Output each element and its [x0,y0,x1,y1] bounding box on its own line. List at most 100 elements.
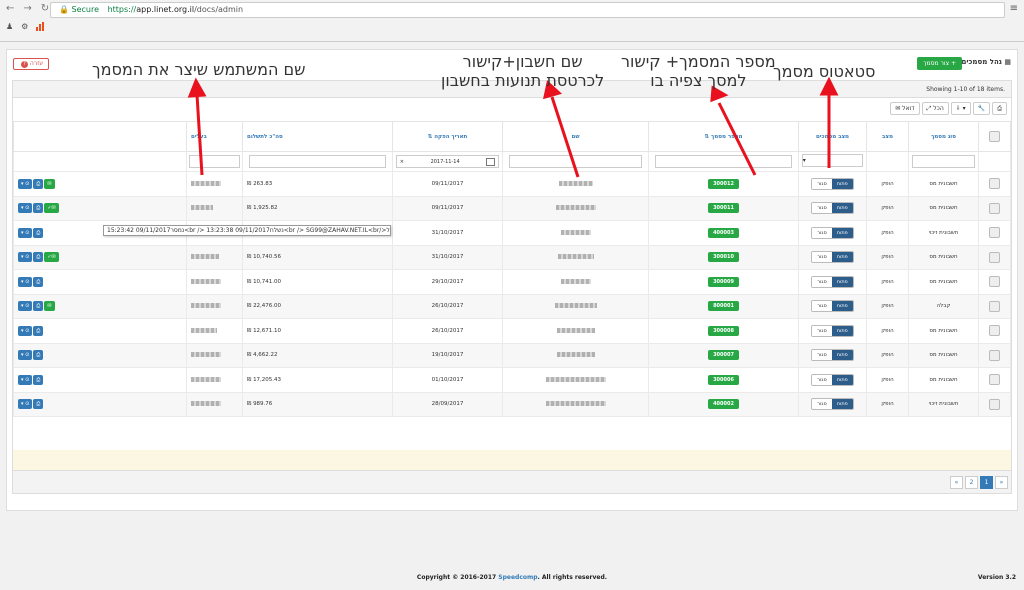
account-name-link[interactable] [557,254,594,260]
help-button[interactable]: ? עזרה [13,58,50,70]
status-open-button[interactable]: פתוח [831,301,853,312]
more-options-button[interactable]: ⊙ ▾ [18,252,33,263]
account-name-link[interactable] [560,229,591,235]
filter-status-select[interactable]: ▾ [801,154,864,167]
email-button[interactable]: ✉ דואל [890,102,920,115]
select-all-checkbox[interactable] [989,131,1000,142]
status-closed-button[interactable]: סגור [812,227,832,238]
row-checkbox[interactable] [989,276,1000,288]
add-document-button[interactable]: צור מסמך + [917,57,962,70]
page-2[interactable]: 2 [965,476,978,489]
brand-link[interactable]: Speedcomp [498,574,537,581]
row-checkbox[interactable] [989,178,1000,190]
calendar-icon[interactable] [486,157,496,166]
row-checkbox[interactable] [989,300,1000,312]
status-toggle[interactable]: פתוח סגור [811,226,854,239]
row-checkbox[interactable] [989,325,1000,337]
print-button[interactable]: ⎙ [33,350,44,361]
col-doc-type[interactable]: סוג מסמך [908,121,979,152]
status-closed-button[interactable]: סגור [812,325,832,336]
table-row[interactable]: קבלה הופק פתוח סגור 800001 26/10/2017 22… [13,293,1011,319]
doc-number-link[interactable]: 300006 [708,374,739,385]
doc-number-link[interactable]: 400002 [708,399,739,410]
doc-number-link[interactable]: 800001 [708,301,739,312]
filter-doc-number[interactable] [654,155,793,168]
more-options-button[interactable]: ⊙ ▾ [18,350,33,361]
row-checkbox[interactable] [989,349,1000,361]
more-options-button[interactable]: ⊙ ▾ [18,399,33,410]
print-button[interactable]: ⎙ [33,276,44,287]
row-checkbox[interactable] [989,374,1000,386]
address-bar[interactable]: 🔒 Secure https://app.linet.org.il/docs/a… [50,2,1005,18]
status-closed-button[interactable]: סגור [812,276,832,287]
more-options-button[interactable]: ⊙ ▾ [18,374,33,385]
more-options-button[interactable]: ⊙ ▾ [18,276,33,287]
filter-total[interactable] [248,155,387,168]
table-row[interactable]: חשבונית מס הופק פתוח סגור 300009 29/10/2… [13,269,1011,295]
doc-number-link[interactable]: 300009 [708,276,739,287]
doc-number-link[interactable]: 300007 [708,350,739,361]
wrench-icon[interactable]: 🔧 [972,102,991,115]
print-button[interactable]: ⎙ [33,252,44,263]
account-name-link[interactable] [558,180,593,186]
expand-all-button[interactable]: ⤢ הכל [921,102,949,115]
status-closed-button[interactable]: סגור [812,252,832,263]
print-button[interactable]: ⎙ [33,178,44,189]
page-1[interactable]: 1 [980,476,993,489]
back-icon[interactable]: ← [6,3,14,14]
print-button[interactable]: ⎙ [33,227,44,238]
status-open-button[interactable]: פתוח [831,374,853,385]
status-closed-button[interactable]: סגור [812,350,832,361]
col-doc-number[interactable]: מספר מסמך ⇅ [648,121,799,152]
account-name-link[interactable] [545,376,606,382]
row-checkbox[interactable] [989,227,1000,239]
status-open-button[interactable]: פתוח [831,227,853,238]
doc-number-link[interactable]: 300008 [708,325,739,336]
col-name[interactable]: שם [502,121,649,152]
export-button[interactable]: ⇩ ▾ [950,102,971,115]
more-options-button[interactable]: ⊙ ▾ [18,325,33,336]
row-checkbox[interactable] [989,202,1000,214]
status-closed-button[interactable]: סגור [812,399,832,410]
status-open-button[interactable]: פתוח [831,276,853,287]
user-icon[interactable]: ♟ [6,22,13,31]
settings-icon[interactable]: ⚙ [21,22,28,31]
more-options-button[interactable]: ⊙ ▾ [18,203,33,214]
print-button[interactable]: ⎙ [33,325,44,336]
status-closed-button[interactable]: סגור [812,178,832,189]
doc-number-link[interactable]: 300012 [708,178,739,189]
col-status[interactable]: מצב מסמכים [798,121,867,152]
status-closed-button[interactable]: סגור [812,203,832,214]
filter-date[interactable]: 2017-11-14 × [395,155,500,168]
col-owner[interactable]: בעלים [186,121,243,152]
status-closed-button[interactable]: סגור [812,374,832,385]
table-row[interactable]: חשבונית מס הופק פתוח סגור 300010 31/10/2… [13,244,1011,270]
status-toggle[interactable]: פתוח סגור [811,324,854,337]
filter-doc-type[interactable] [911,155,976,168]
col-state[interactable]: מצב [866,121,909,152]
chart-bookmark-icon[interactable] [36,22,45,31]
reload-icon[interactable]: ↻ [41,3,49,14]
page-prev[interactable]: « [950,476,963,489]
table-row[interactable]: חשבונית מס הופק פתוח סגור 300007 19/10/2… [13,342,1011,368]
more-options-button[interactable]: ⊙ ▾ [18,301,33,312]
status-toggle[interactable]: פתוח סגור [811,300,854,313]
doc-number-link[interactable]: 400003 [708,227,739,238]
doc-number-link[interactable]: 300011 [708,203,739,214]
table-row[interactable]: חשבונית מס הופק פתוח סגור 300012 09/11/2… [13,171,1011,197]
row-checkbox[interactable] [989,251,1000,263]
print-button[interactable]: ⎙ [33,203,44,214]
page-next[interactable]: » [995,476,1008,489]
filter-owner[interactable] [189,155,240,168]
table-row[interactable]: חשבונית מס הופק פתוח סגור 300011 09/11/2… [13,195,1011,221]
status-open-button[interactable]: פתוח [831,350,853,361]
print-icon[interactable]: ⎙ [992,102,1007,115]
print-button[interactable]: ⎙ [33,399,44,410]
more-options-button[interactable]: ⊙ ▾ [18,178,33,189]
status-open-button[interactable]: פתוח [831,252,853,263]
status-toggle[interactable]: פתוח סגור [811,349,854,362]
account-name-link[interactable] [554,303,597,309]
filter-name[interactable] [508,155,643,168]
status-toggle[interactable]: פתוח סגור [811,177,854,190]
email-send-button[interactable]: ✉✓ [44,252,59,263]
